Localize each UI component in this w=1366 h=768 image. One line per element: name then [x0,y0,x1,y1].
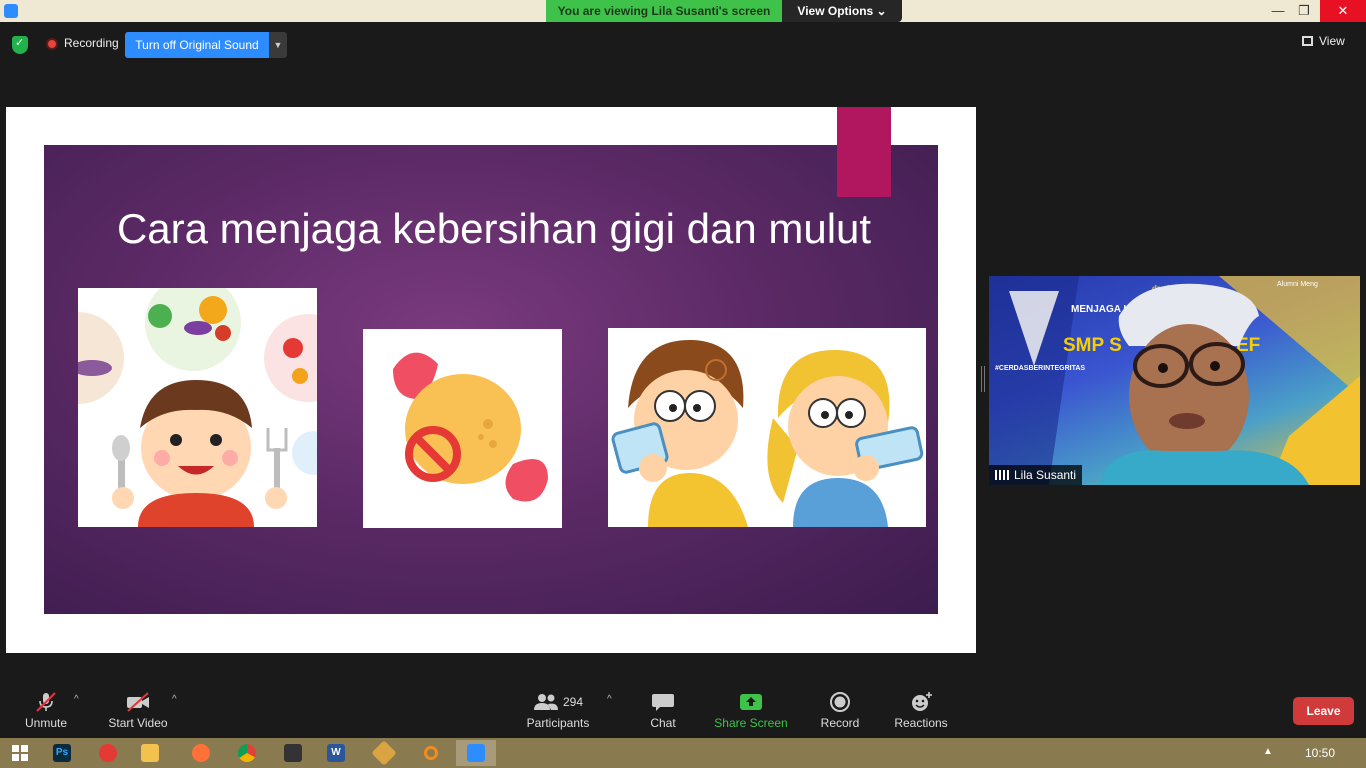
participant-video-lila-susanti[interactable]: MENJAGA KESEHATAN GIGI SMP S EF #CERDASB… [989,276,1360,485]
microphone-muted-icon [36,692,56,712]
leave-meeting-button[interactable]: Leave [1293,697,1354,725]
zoom-icon [467,744,485,762]
share-screen-icon [740,694,762,710]
svg-text:#CERDASBERINTEGRITAS: #CERDASBERINTEGRITAS [995,365,1085,372]
word-icon: W [327,744,345,762]
pencil-tool-icon [371,740,397,766]
firefox-icon [192,744,210,762]
clapperboard-icon [284,744,302,762]
folder-icon [141,744,159,762]
chat-button[interactable]: Chat [640,686,686,738]
no-candy-illustration [363,329,562,528]
slide-title: Cara menjaga kebersihan gigi dan mulut [116,205,872,252]
windows-taskbar: Ps W ▲ 10:50 [0,738,1366,768]
view-button[interactable]: View [1302,34,1345,48]
taskbar-word[interactable]: W [316,740,356,766]
signal-strength-icon [995,470,1009,480]
taskbar-chrome[interactable] [227,740,267,766]
reactions-smiley-icon [912,692,932,711]
taskbar-firefox[interactable] [181,740,221,766]
taskbar-file-explorer[interactable] [130,740,170,766]
magnifier-icon [424,746,438,760]
tray-expand-icon[interactable]: ▲ [1263,746,1273,757]
taskbar-search[interactable] [411,740,451,766]
close-button[interactable]: ✕ [1320,0,1366,22]
start-button[interactable] [0,740,40,766]
participants-count: 294 [562,695,584,709]
recording-label: Recording [64,36,119,50]
screen-recorder-icon [99,744,117,762]
kids-drinking-water-illustration [608,328,926,527]
record-icon [830,692,850,712]
photoshop-icon: Ps [53,744,71,762]
panel-resize-handle[interactable] [981,366,985,392]
taskbar-clock[interactable]: 10:50 [1305,746,1335,760]
participants-icon [533,694,558,710]
video-options-caret[interactable]: ^ [172,694,177,705]
reactions-label: Reactions [894,716,948,730]
record-label: Record [820,716,860,730]
audio-options-caret[interactable]: ^ [74,694,79,705]
taskbar-screen-recorder[interactable] [88,740,128,766]
window-titlebar: You are viewing Lila Susanti's screen Vi… [0,0,1366,22]
presentation-slide: Cara menjaga kebersihan gigi dan mulut [44,145,938,614]
taskbar-video-editor[interactable] [273,740,313,766]
participant-name: Lila Susanti [1014,468,1077,482]
windows-logo-icon [12,745,28,761]
minimize-button[interactable]: — [1264,0,1292,22]
participants-caret[interactable]: ^ [607,694,612,705]
view-options-button[interactable]: View Options ⌄ [782,0,902,22]
start-video-button[interactable]: Start Video [104,686,172,738]
svg-text:Alumni Meng: Alumni Meng [1277,281,1318,288]
taskbar-zoom[interactable] [456,740,496,766]
svg-text:SMP S: SMP S [1063,335,1122,356]
boy-eating-illustration [78,288,317,527]
share-screen-label: Share Screen [714,716,788,730]
viewing-banner: You are viewing Lila Susanti's screen [546,0,782,22]
start-video-label: Start Video [108,716,168,730]
chrome-icon [238,744,256,762]
view-label: View [1319,34,1345,48]
participants-button[interactable]: 294 Participants [522,686,594,738]
security-shield-icon[interactable] [12,36,28,54]
taskbar-photoshop[interactable]: Ps [42,740,82,766]
unmute-label: Unmute [24,716,68,730]
participant-name-tag: Lila Susanti [989,465,1083,485]
original-sound-dropdown[interactable]: ▼ [269,32,287,58]
chat-label: Chat [650,716,676,730]
turn-off-original-sound-button[interactable]: Turn off Original Sound [125,32,269,58]
chat-icon [652,694,674,711]
restore-button[interactable]: ❐ [1290,0,1318,22]
share-screen-button[interactable]: Share Screen [712,686,790,738]
record-button[interactable]: Record [816,686,864,738]
taskbar-sticky-tool[interactable] [364,740,404,766]
video-off-icon [127,692,149,712]
reactions-button[interactable]: Reactions [892,686,950,738]
shared-screen: Cara menjaga kebersihan gigi dan mulut [6,107,976,653]
meeting-toolbar: Unmute ^ Start Video ^ 294 Participants … [0,686,1366,738]
slide-accent-tab [837,107,891,197]
participants-label: Participants [526,716,590,730]
unmute-button[interactable]: Unmute [18,686,74,738]
meeting-topbar: Recording Turn off Original Sound ▼ View [0,22,1366,68]
recording-dot-icon [46,38,58,50]
view-grid-icon [1302,36,1313,46]
zoom-app-icon [4,4,18,18]
